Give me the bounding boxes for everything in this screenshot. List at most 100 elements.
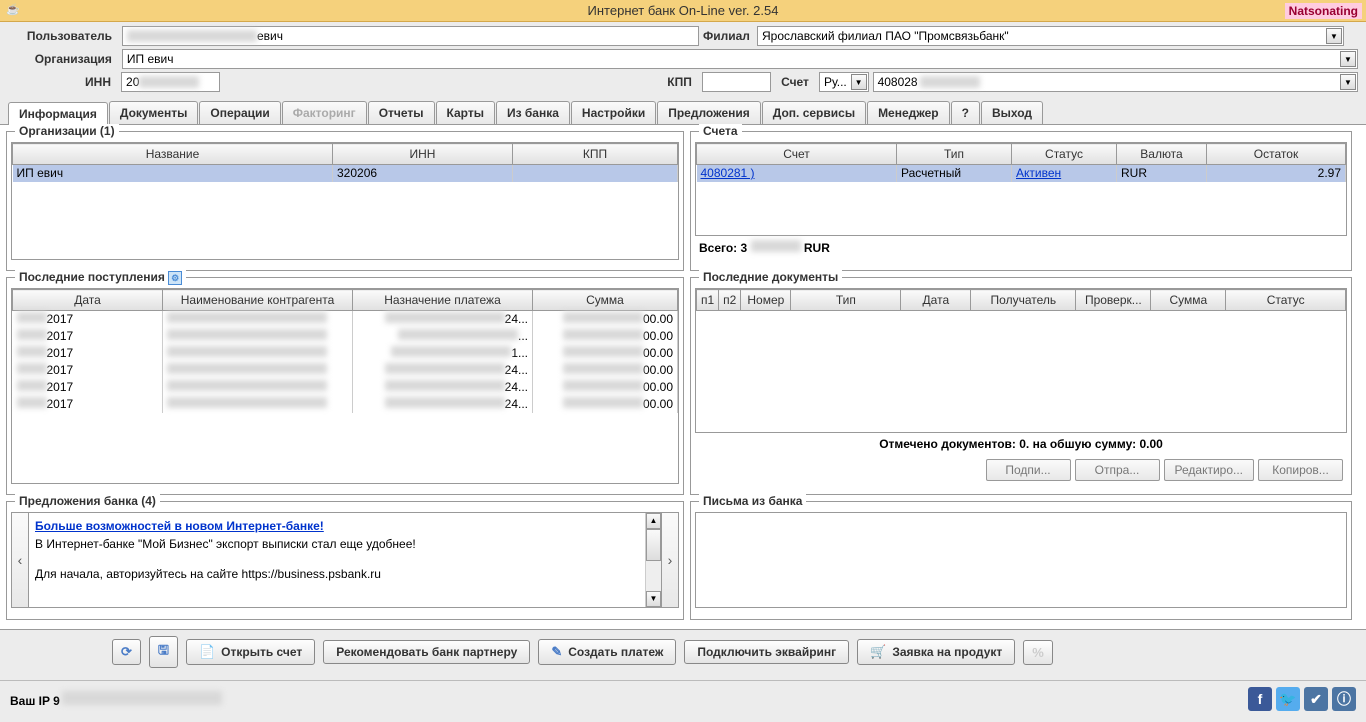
table-row[interactable]: 201724...00.00: [13, 362, 678, 379]
inn-field: 20: [121, 72, 220, 92]
chevron-down-icon[interactable]: ▼: [1326, 28, 1342, 44]
offers-panel: Предложения банка (4) ‹ Больше возможнос…: [6, 501, 684, 620]
twitter-icon[interactable]: 🐦: [1276, 687, 1300, 711]
tab-operations[interactable]: Операции: [199, 101, 280, 124]
table-row[interactable]: 2017...00.00: [13, 328, 678, 345]
open-account-button[interactable]: 📄Открыть счет: [186, 639, 315, 665]
tab-manager[interactable]: Менеджер: [867, 101, 950, 124]
org-label: Организация: [8, 52, 118, 66]
offer-body: Больше возможностей в новом Интернет-бан…: [29, 512, 661, 608]
offer-headline[interactable]: Больше возможностей в новом Интернет-бан…: [35, 519, 655, 533]
table-row[interactable]: 201724...00.00: [13, 311, 678, 328]
orgs-panel: Организации (1) НазваниеИННКПП ИП евич32…: [6, 131, 684, 271]
chevron-down-icon[interactable]: ▼: [1340, 51, 1356, 67]
linkedin-icon[interactable]: ⓘ: [1332, 687, 1356, 711]
document-icon: 📄: [199, 644, 215, 660]
percent-icon: %: [1032, 645, 1044, 660]
tab-exit[interactable]: Выход: [981, 101, 1043, 124]
accounts-total: Всего: 3 RUR: [695, 236, 1347, 259]
kpp-label: КПП: [658, 75, 698, 89]
accounts-panel: Счета СчетТипСтатусВалютаОстаток 4080281…: [690, 131, 1352, 271]
tab-help[interactable]: ?: [951, 101, 980, 124]
cart-icon: 🛒: [870, 644, 886, 660]
orgs-table[interactable]: НазваниеИННКПП ИП евич320206: [12, 143, 678, 182]
tab-info[interactable]: Информация: [8, 102, 108, 125]
inn-label: ИНН: [8, 75, 117, 89]
docs-title: Последние документы: [699, 270, 842, 284]
copy-button[interactable]: Копиров...: [1258, 459, 1343, 481]
kpp-field: [702, 72, 771, 92]
tab-from-bank[interactable]: Из банка: [496, 101, 570, 124]
refresh-icon: ⟳: [121, 644, 132, 660]
chevron-down-icon[interactable]: ▼: [851, 74, 867, 90]
save-icon: 🖫: [158, 641, 169, 663]
account-label: Счет: [775, 75, 815, 89]
prev-offer-button[interactable]: ‹: [11, 512, 29, 608]
facebook-icon[interactable]: f: [1248, 687, 1272, 711]
doc-buttons: Подпи... Отпра... Редактиро... Копиров..…: [695, 455, 1347, 485]
sign-button[interactable]: Подпи...: [986, 459, 1071, 481]
account-field[interactable]: 408028▼: [873, 72, 1358, 92]
tab-cards[interactable]: Карты: [436, 101, 495, 124]
orgs-title: Организации (1): [15, 124, 119, 138]
user-field: евич: [122, 26, 699, 46]
ip-label: Ваш IP 9: [10, 691, 222, 708]
receipts-table[interactable]: ДатаНаименование контрагентаНазначение п…: [12, 289, 678, 413]
offer-line1: В Интернет-банке "Мой Бизнес" экспорт вы…: [35, 537, 655, 551]
create-payment-button[interactable]: ✎Создать платеж: [538, 639, 676, 665]
user-label: Пользователь: [8, 29, 118, 43]
gear-icon[interactable]: ⚙: [168, 271, 182, 285]
content: Организации (1) НазваниеИННКПП ИП евич32…: [0, 125, 1366, 629]
org-field[interactable]: ИП евич▼: [122, 49, 1358, 69]
tab-offers[interactable]: Предложения: [657, 101, 761, 124]
next-offer-button[interactable]: ›: [661, 512, 679, 608]
docs-footer: Отмечено документов: 0. на обшую сумму: …: [695, 433, 1347, 455]
tab-documents[interactable]: Документы: [109, 101, 198, 124]
receipts-title: Последние поступления ⚙: [15, 270, 186, 285]
branch-label: Филиал: [703, 29, 753, 43]
letters-panel: Письма из банка: [690, 501, 1352, 620]
statusbar: Ваш IP 9 f 🐦 ✔ ⓘ: [0, 680, 1366, 717]
scroll-down-icon[interactable]: ▼: [646, 591, 661, 607]
currency-field[interactable]: Ру...▼: [819, 72, 869, 92]
table-row[interactable]: 201724...00.00: [13, 379, 678, 396]
branch-field[interactable]: Ярославский филиал ПАО "Промсвязьбанк"▼: [757, 26, 1344, 46]
table-row[interactable]: ИП евич320206: [13, 165, 678, 182]
header-form: Пользователь евич Филиал Ярославский фил…: [0, 22, 1366, 99]
scroll-thumb[interactable]: [646, 529, 661, 561]
accounts-table[interactable]: СчетТипСтатусВалютаОстаток 4080281 ) Рас…: [696, 143, 1346, 182]
product-request-button[interactable]: 🛒Заявка на продукт: [857, 639, 1015, 665]
docs-panel: Последние документы п1 п2 Номер Тип Дата…: [690, 277, 1352, 495]
social-icons: f 🐦 ✔ ⓘ: [1248, 687, 1356, 711]
account-link[interactable]: 4080281 ): [701, 166, 755, 180]
receipts-panel: Последние поступления ⚙ ДатаНаименование…: [6, 277, 684, 495]
docs-table[interactable]: п1 п2 Номер Тип Дата Получатель Проверк.…: [696, 289, 1346, 311]
tab-services[interactable]: Доп. сервисы: [762, 101, 866, 124]
save-button[interactable]: 🖫: [149, 636, 178, 668]
table-row[interactable]: 4080281 ) Расчетный Активен RUR 2.97: [697, 165, 1346, 182]
recommend-button[interactable]: Рекомендовать банк партнеру: [323, 640, 530, 664]
toolbar: ⟳ 🖫 📄Открыть счет Рекомендовать банк пар…: [0, 629, 1366, 674]
percent-button[interactable]: %: [1023, 640, 1053, 665]
acquiring-button[interactable]: Подключить эквайринг: [684, 640, 849, 664]
send-button[interactable]: Отпра...: [1075, 459, 1160, 481]
accounts-title: Счета: [699, 124, 742, 138]
offer-line2: Для начала, авторизуйтесь на сайте https…: [35, 567, 655, 581]
letters-title: Письма из банка: [699, 494, 806, 508]
edit-button[interactable]: Редактиро...: [1164, 459, 1255, 481]
tab-factoring[interactable]: Факторинг: [282, 101, 367, 124]
java-icon: ☕: [6, 3, 22, 19]
watermark: Natsonating: [1285, 3, 1362, 19]
vk-icon[interactable]: ✔: [1304, 687, 1328, 711]
chevron-down-icon[interactable]: ▼: [1340, 74, 1356, 90]
tab-settings[interactable]: Настройки: [571, 101, 656, 124]
scrollbar[interactable]: ▲ ▼: [645, 513, 661, 607]
table-row[interactable]: 20171...00.00: [13, 345, 678, 362]
tab-reports[interactable]: Отчеты: [368, 101, 435, 124]
scroll-up-icon[interactable]: ▲: [646, 513, 661, 529]
refresh-button[interactable]: ⟳: [112, 639, 141, 665]
table-row[interactable]: 201724...00.00: [13, 396, 678, 413]
status-link[interactable]: Активен: [1016, 166, 1061, 180]
title-bar: ☕ Интернет банк On-Line ver. 2.54 Natson…: [0, 0, 1366, 22]
edit-icon: ✎: [551, 644, 562, 660]
